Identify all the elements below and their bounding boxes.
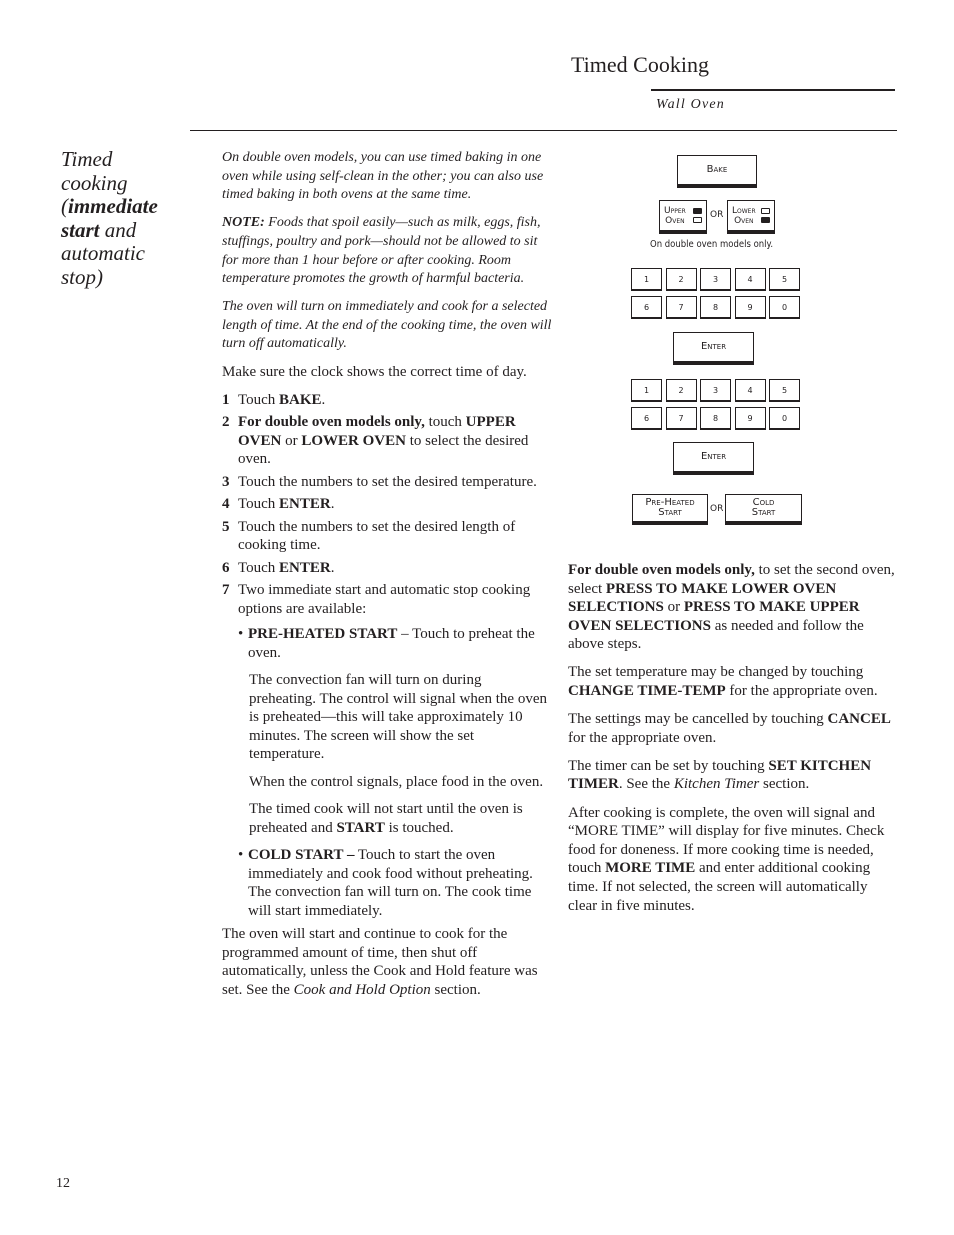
step: 4 Touch ENTER. xyxy=(222,495,552,514)
bake-button[interactable]: Bake xyxy=(677,155,757,188)
step-number: 4 xyxy=(222,496,230,513)
step: 7 Two immediate start and automatic stop … xyxy=(222,581,552,618)
or-label: OR xyxy=(710,210,724,220)
option-detail: The convection fan will turn on during p… xyxy=(249,672,547,763)
cancel-paragraph: The settings may be cancelled by touchin… xyxy=(568,711,891,746)
step-number: 2 xyxy=(222,414,230,431)
indicator-on-icon xyxy=(761,217,770,223)
preheated-start-button[interactable]: Pre-Heated Start xyxy=(632,494,708,525)
heading-line: stop) xyxy=(61,264,103,289)
instructions-column: On double oven models, you can use timed… xyxy=(222,149,552,1008)
step-text: Two immediate start and automatic stop c… xyxy=(238,582,531,617)
or-label: OR xyxy=(710,504,724,514)
page-subtitle: Wall Oven xyxy=(656,97,725,112)
page-title: Timed Cooking xyxy=(571,52,709,77)
temperature-change-paragraph: The set temperature may be changed by to… xyxy=(568,664,878,700)
step: 3 Touch the numbers to set the desired te… xyxy=(222,473,552,492)
keypad-key-2[interactable]: 2 xyxy=(665,268,697,291)
heading-line: automatic xyxy=(61,241,145,265)
step-text: Touch ENTER. xyxy=(238,559,335,576)
step: 5 Touch the numbers to set the desired le… xyxy=(222,518,552,555)
page-number: 12 xyxy=(56,1176,70,1191)
section-heading: Timed cooking (immediate start and autom… xyxy=(61,147,186,289)
note-text: Foods that spoil easily—such as milk, eg… xyxy=(222,215,541,287)
keypad-key-2[interactable]: 2 xyxy=(665,379,697,402)
keypad-key-5[interactable]: 5 xyxy=(769,379,800,402)
step-number: 1 xyxy=(222,391,230,408)
bullet-icon: • xyxy=(238,626,244,643)
step: 1 Touch BAKE. xyxy=(222,391,552,410)
intro-paragraph: On double oven models, you can use timed… xyxy=(222,150,544,203)
clock-paragraph: Make sure the clock shows the correct ti… xyxy=(222,364,527,381)
indicator-on-icon xyxy=(693,208,702,214)
step-number: 6 xyxy=(222,559,230,576)
bullet-icon: • xyxy=(238,847,244,864)
option-label: PRE-HEATED START xyxy=(248,626,398,643)
heading-line: Timed xyxy=(61,147,113,171)
closing-paragraph: The oven will start and continue to cook… xyxy=(222,926,538,998)
keypad-key-8[interactable]: 8 xyxy=(700,407,731,430)
step-number: 7 xyxy=(222,582,230,599)
heading-line: cooking xyxy=(61,170,128,195)
cold-start-button[interactable]: Cold Start xyxy=(725,494,802,525)
option-preheated: • PRE-HEATED START – Touch to preheat the… xyxy=(238,625,552,662)
description-paragraph: The oven will turn on immediately and co… xyxy=(222,298,552,352)
heading-bold: start xyxy=(61,217,100,242)
keypad-key-1[interactable]: 1 xyxy=(631,268,662,291)
heading-line: and xyxy=(99,217,137,242)
step-text: Touch the numbers to set the desired len… xyxy=(238,518,516,554)
step-number: 5 xyxy=(222,518,230,535)
timer-paragraph: The timer can be set by touching SET KIT… xyxy=(568,757,872,793)
header-rule xyxy=(651,89,895,91)
note-paragraph: NOTE: Foods that spoil easily—such as mi… xyxy=(222,214,552,289)
indicator-off-icon xyxy=(693,217,702,223)
upper-oven-button[interactable]: Upper Oven xyxy=(659,200,707,234)
option-detail: When the control signals, place food in … xyxy=(249,773,544,790)
step-text: For double oven models only, touch UPPER… xyxy=(238,414,529,468)
option-label: COLD START – xyxy=(248,847,355,864)
step: 2 For double oven models only, touch UPPE… xyxy=(222,413,552,469)
note-label: NOTE: xyxy=(222,215,265,231)
lower-oven-button[interactable]: Lower Oven xyxy=(727,200,775,234)
double-oven-paragraph: For double oven models only, to set the … xyxy=(568,562,895,653)
keypad-key-7[interactable]: 7 xyxy=(665,407,697,430)
notes-column: For double oven models only, to set the … xyxy=(568,561,898,925)
keypad-key-1[interactable]: 1 xyxy=(631,379,662,402)
keypad-key-9[interactable]: 9 xyxy=(734,296,766,319)
keypad-key-3[interactable]: 3 xyxy=(700,379,731,402)
keypad-key-0[interactable]: 0 xyxy=(769,407,800,430)
step: 6 Touch ENTER. xyxy=(222,559,552,578)
step-text: Touch the numbers to set the desired tem… xyxy=(238,473,537,490)
keypad-key-8[interactable]: 8 xyxy=(700,296,731,319)
keypad-key-4[interactable]: 4 xyxy=(734,379,766,402)
heading-bold: immediate xyxy=(68,194,158,218)
diagram-caption: On double oven models only. xyxy=(650,239,774,250)
option-cold: • COLD START – Touch to start the oven im… xyxy=(238,846,552,920)
step-text: Touch ENTER. xyxy=(238,496,335,513)
section-rule xyxy=(190,130,897,131)
keypad-key-9[interactable]: 9 xyxy=(734,407,766,430)
enter-button[interactable]: Enter xyxy=(673,442,754,475)
more-time-paragraph: After cooking is complete, the oven will… xyxy=(568,804,885,914)
enter-button[interactable]: Enter xyxy=(673,332,754,365)
keypad-key-0[interactable]: 0 xyxy=(769,296,800,319)
heading-line: ( xyxy=(61,194,68,218)
step-number: 3 xyxy=(222,473,230,490)
indicator-off-icon xyxy=(761,208,770,214)
keypad-key-7[interactable]: 7 xyxy=(665,296,697,319)
keypad-key-5[interactable]: 5 xyxy=(769,268,800,291)
keypad-key-4[interactable]: 4 xyxy=(734,268,766,291)
keypad-key-6[interactable]: 6 xyxy=(631,407,662,430)
keypad-key-3[interactable]: 3 xyxy=(700,268,731,291)
option-detail: The timed cook will not start until the … xyxy=(249,801,523,836)
step-text: Touch BAKE. xyxy=(238,391,326,408)
keypad-key-6[interactable]: 6 xyxy=(631,296,662,319)
